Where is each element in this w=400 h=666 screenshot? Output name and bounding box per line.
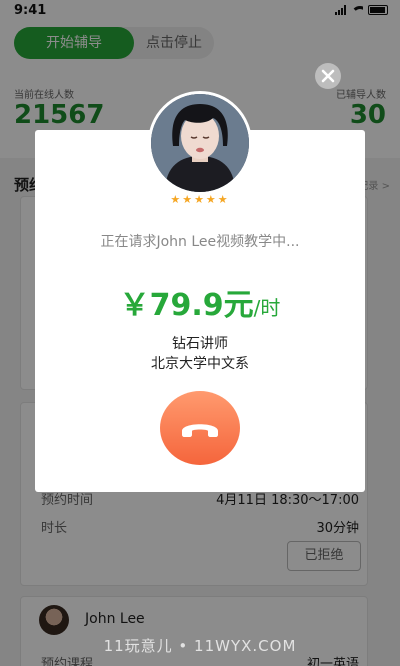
tutor-level: 钻石讲师 <box>172 336 228 352</box>
hangup-button[interactable] <box>160 391 240 465</box>
price-unit: /时 <box>253 296 281 320</box>
tutor-school: 北京大学中文系 <box>151 356 249 372</box>
price: ￥79.9元/时 <box>35 280 365 324</box>
phone-hangup-icon <box>182 424 218 437</box>
tutor-portrait <box>151 94 249 192</box>
request-status-text: 正在请求John Lee视频教学中... <box>100 234 300 250</box>
price-value: ￥79.9元 <box>119 288 254 323</box>
rating-stars: ★★★★★ <box>170 193 230 206</box>
close-button[interactable] <box>315 63 341 89</box>
close-icon <box>321 69 335 83</box>
watermark: 11玩意儿 • 11WYX.COM <box>103 637 297 655</box>
tutor-avatar <box>148 91 252 195</box>
